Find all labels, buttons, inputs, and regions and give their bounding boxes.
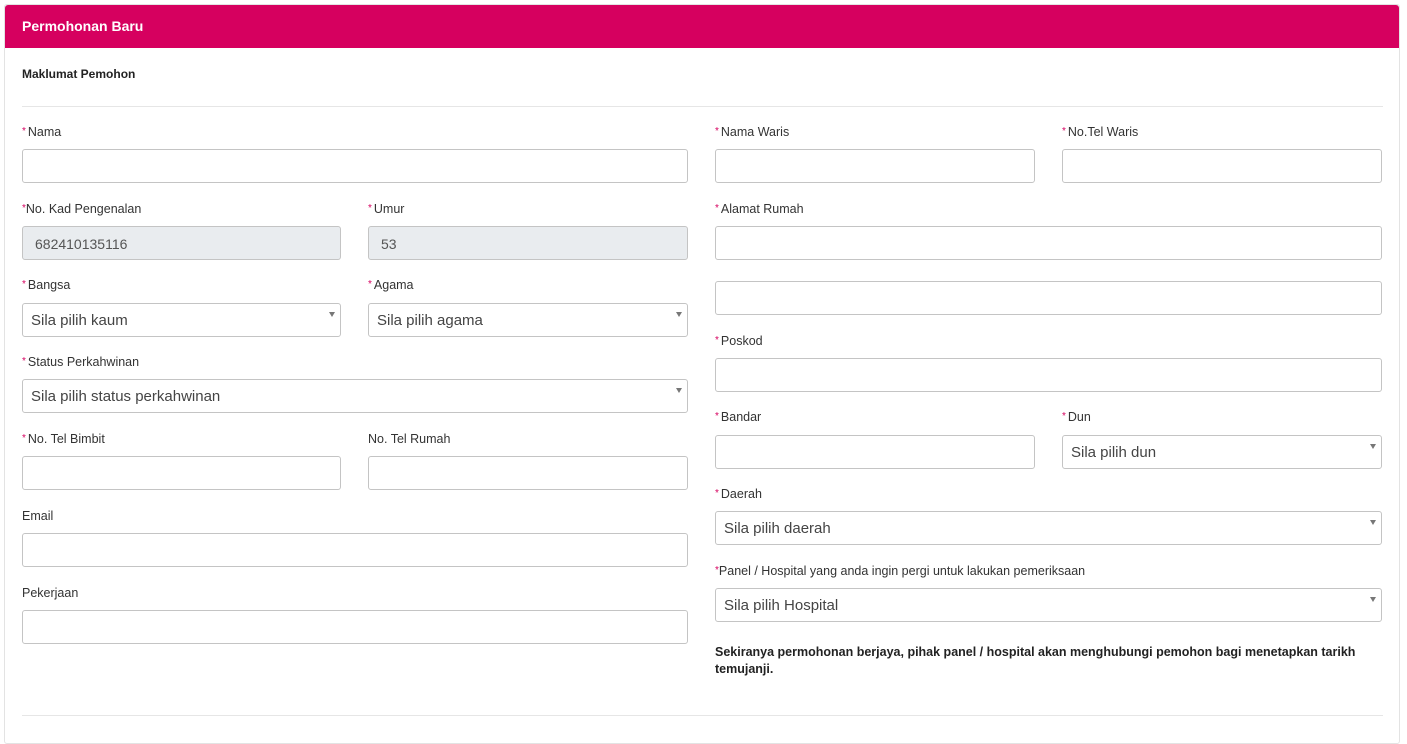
ic-input[interactable]: 682410135116	[22, 226, 341, 260]
daerah-label: * Daerah	[715, 487, 762, 501]
dun-label: * Dun	[1062, 410, 1091, 424]
required-marker: *	[1062, 411, 1066, 422]
chevron-down-icon	[1370, 444, 1376, 449]
tel-waris-input[interactable]	[1062, 149, 1382, 183]
chevron-down-icon	[1370, 520, 1376, 525]
required-marker: *	[22, 279, 26, 290]
agama-label: * Agama	[368, 278, 414, 292]
required-marker: *	[715, 335, 719, 346]
required-marker: *	[22, 433, 26, 444]
section-title: Maklumat Pemohon	[22, 67, 136, 81]
required-marker: *	[715, 203, 719, 214]
nama-waris-label: * Nama Waris	[715, 125, 790, 139]
tel-bimbit-label: * No. Tel Bimbit	[22, 432, 105, 446]
bandar-input[interactable]	[715, 435, 1035, 469]
required-marker: *	[22, 126, 26, 137]
umur-label: * Umur	[368, 202, 405, 216]
poskod-label: * Poskod	[715, 334, 763, 348]
alamat-line2-input[interactable]	[715, 281, 1382, 315]
dun-select[interactable]: Sila pilih dun	[1062, 435, 1382, 469]
alamat-line1-input[interactable]	[715, 226, 1382, 260]
tel-waris-label: * No.Tel Waris	[1062, 125, 1139, 139]
required-marker: *	[368, 203, 372, 214]
required-marker: *	[715, 488, 719, 499]
email-input[interactable]	[22, 533, 688, 567]
agama-select[interactable]: Sila pilih agama	[368, 303, 688, 337]
chevron-down-icon	[1370, 597, 1376, 602]
footer-divider	[22, 715, 1383, 716]
required-marker: *	[715, 126, 719, 137]
pekerjaan-label: Pekerjaan	[22, 586, 79, 600]
card-header: Permohonan Baru	[5, 5, 1399, 48]
required-marker: *	[368, 279, 372, 290]
status-select[interactable]: Sila pilih status perkahwinan	[22, 379, 688, 413]
email-label: Email	[22, 509, 54, 523]
required-marker: *	[1062, 126, 1066, 137]
hospital-label: *Panel / Hospital yang anda ingin pergi …	[715, 564, 1086, 578]
hospital-select[interactable]: Sila pilih Hospital	[715, 588, 1382, 622]
pekerjaan-input[interactable]	[22, 610, 688, 644]
required-marker: *	[22, 356, 26, 367]
nama-label: * Nama	[22, 125, 62, 139]
daerah-select[interactable]: Sila pilih daerah	[715, 511, 1382, 545]
nama-input[interactable]	[22, 149, 688, 183]
info-note: Sekiranya permohonan berjaya, pihak pane…	[715, 645, 1356, 676]
alamat-label: * Alamat Rumah	[715, 202, 804, 216]
poskod-input[interactable]	[715, 358, 1382, 392]
bangsa-label: * Bangsa	[22, 278, 71, 292]
section-divider	[22, 106, 1383, 107]
chevron-down-icon	[329, 312, 335, 317]
tel-bimbit-input[interactable]	[22, 456, 341, 490]
tel-rumah-label: No. Tel Rumah	[368, 432, 451, 446]
chevron-down-icon	[676, 312, 682, 317]
tel-rumah-input[interactable]	[368, 456, 688, 490]
page-title: Permohonan Baru	[22, 18, 144, 34]
umur-input[interactable]: 53	[368, 226, 688, 260]
status-label: * Status Perkahwinan	[22, 355, 140, 369]
ic-label: *No. Kad Pengenalan	[22, 202, 142, 216]
nama-waris-input[interactable]	[715, 149, 1035, 183]
required-marker: *	[715, 411, 719, 422]
bandar-label: * Bandar	[715, 410, 762, 424]
bangsa-select[interactable]: Sila pilih kaum	[22, 303, 341, 337]
chevron-down-icon	[676, 388, 682, 393]
